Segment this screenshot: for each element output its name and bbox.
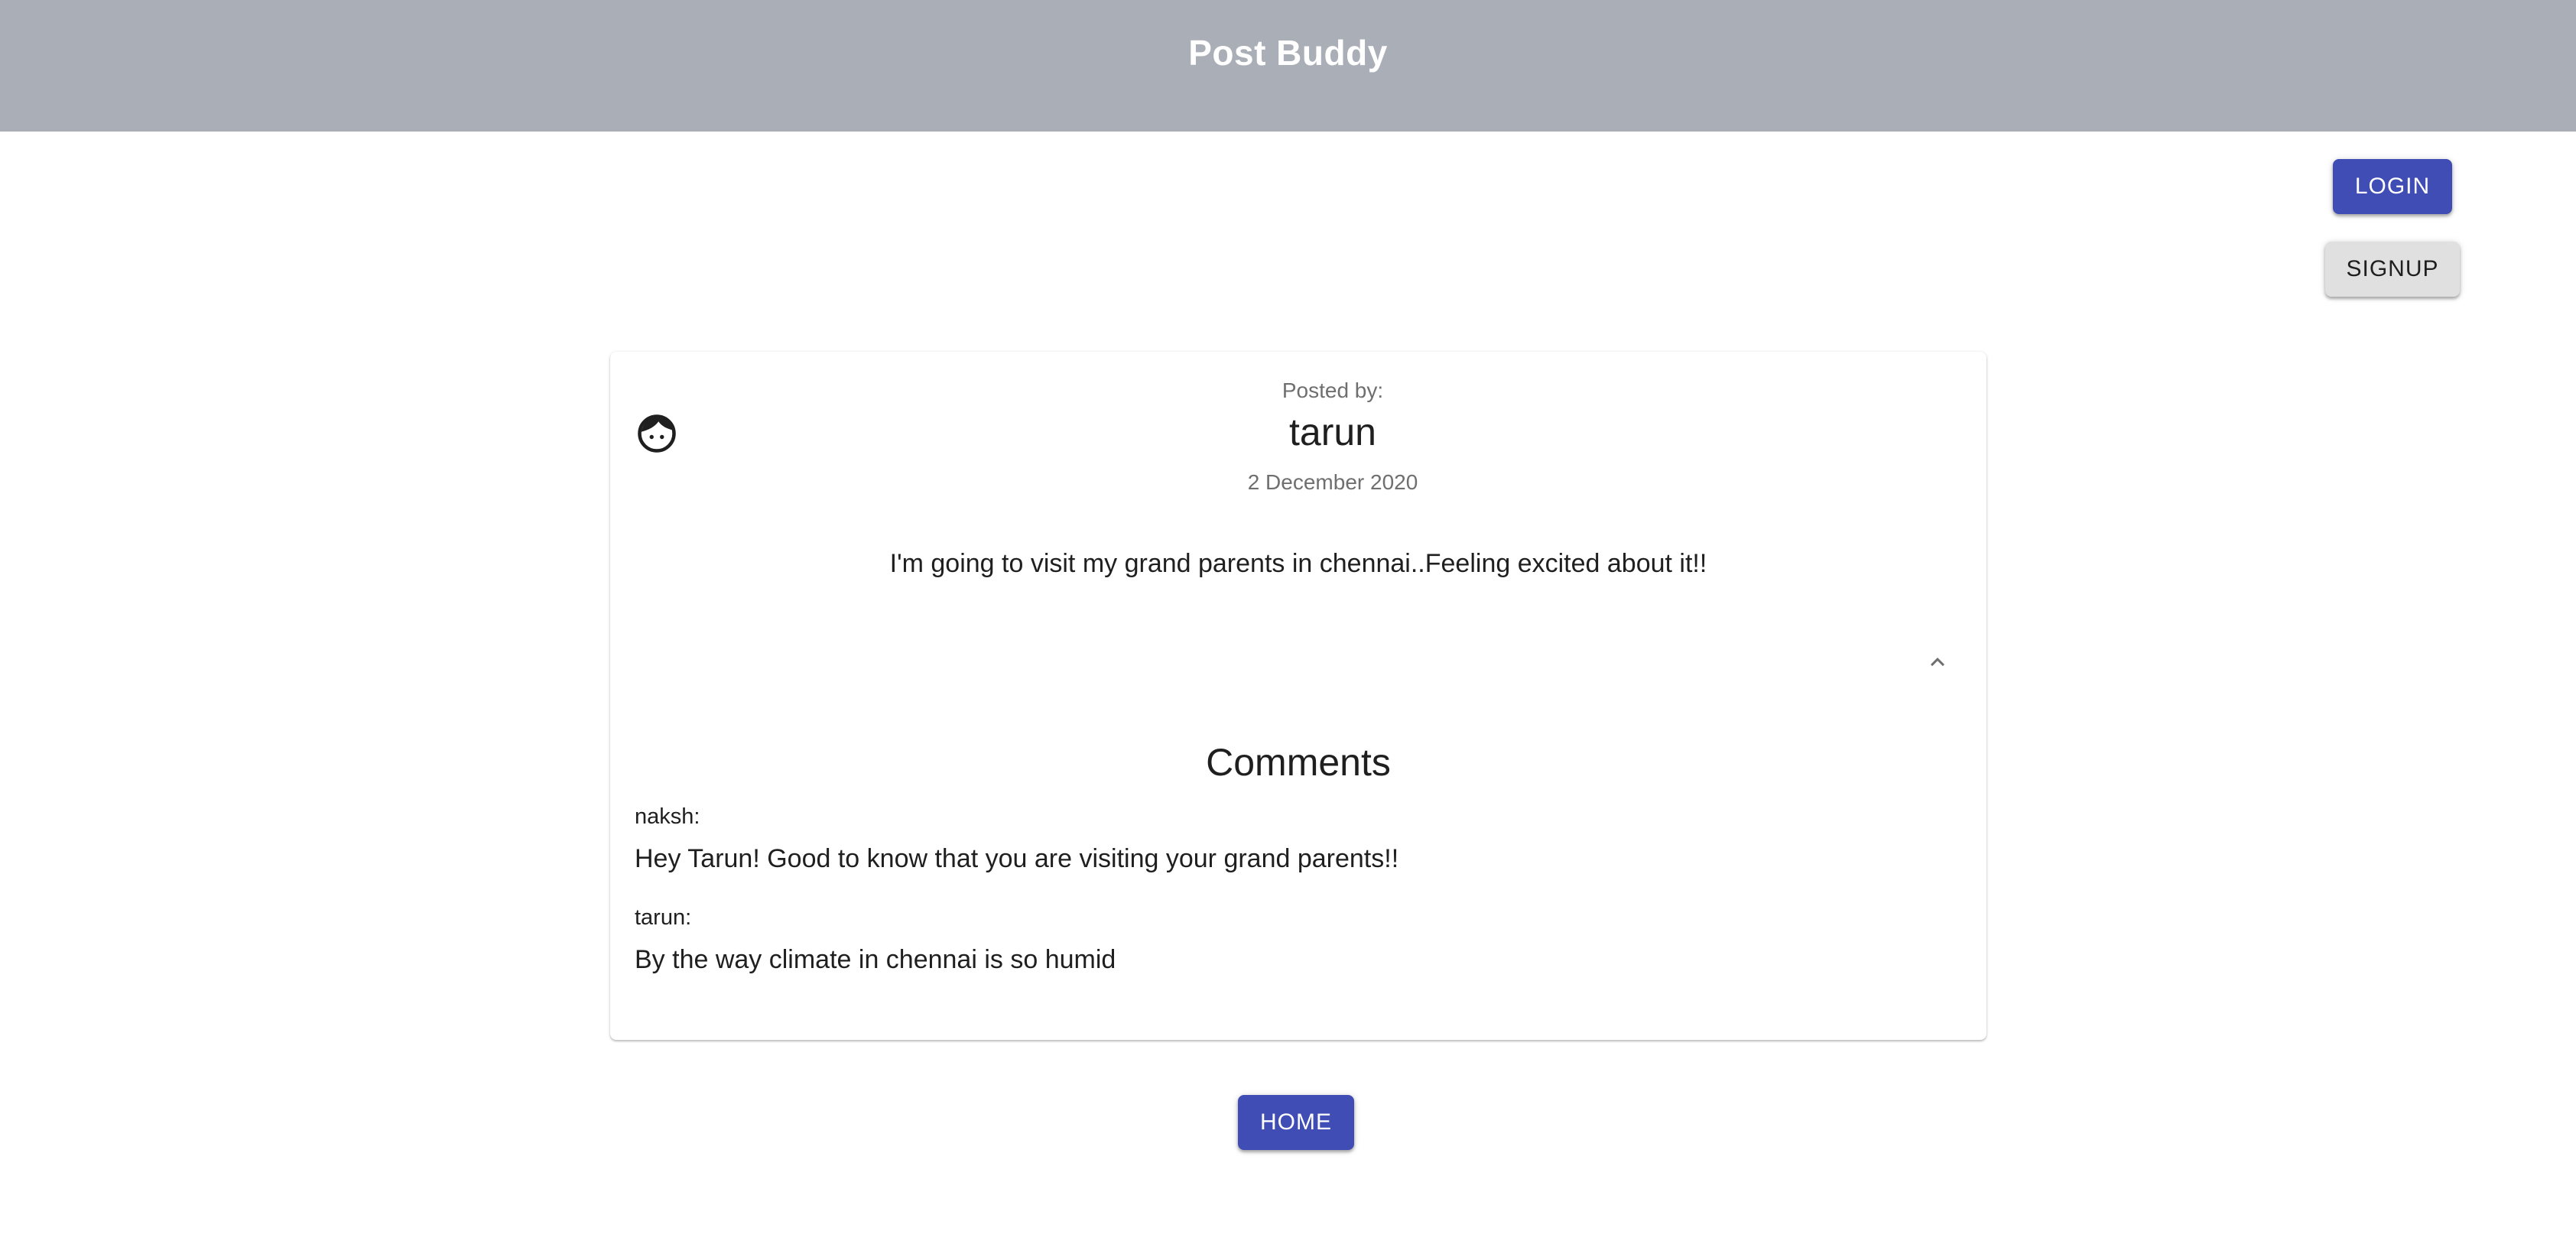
collapse-comments-button[interactable]	[1919, 644, 1956, 681]
app-header: Post Buddy	[0, 0, 2576, 132]
signup-button[interactable]: SIGNUP	[2325, 242, 2460, 297]
post-content: I'm going to visit my grand parents in c…	[889, 549, 1707, 578]
home-button[interactable]: HOME	[1238, 1095, 1354, 1150]
post-date: 2 December 2020	[1247, 470, 1418, 494]
comment-text: By the way climate in chennai is so humi…	[635, 945, 1116, 974]
comment-text: Hey Tarun! Good to know that you are vis…	[635, 844, 1399, 873]
comment-author: tarun:	[635, 905, 692, 930]
login-button[interactable]: LOGIN	[2333, 159, 2452, 214]
post-card: Posted by: tarun 2 December 2020 I'm goi…	[610, 352, 1986, 1040]
post-author: tarun	[1289, 411, 1376, 453]
app-title: Post Buddy	[1188, 33, 1388, 73]
comment-author: naksh:	[635, 804, 700, 829]
comments-title: Comments	[1206, 741, 1391, 784]
chevron-up-icon	[1931, 658, 1944, 667]
posted-by-label: Posted by:	[1282, 378, 1384, 402]
